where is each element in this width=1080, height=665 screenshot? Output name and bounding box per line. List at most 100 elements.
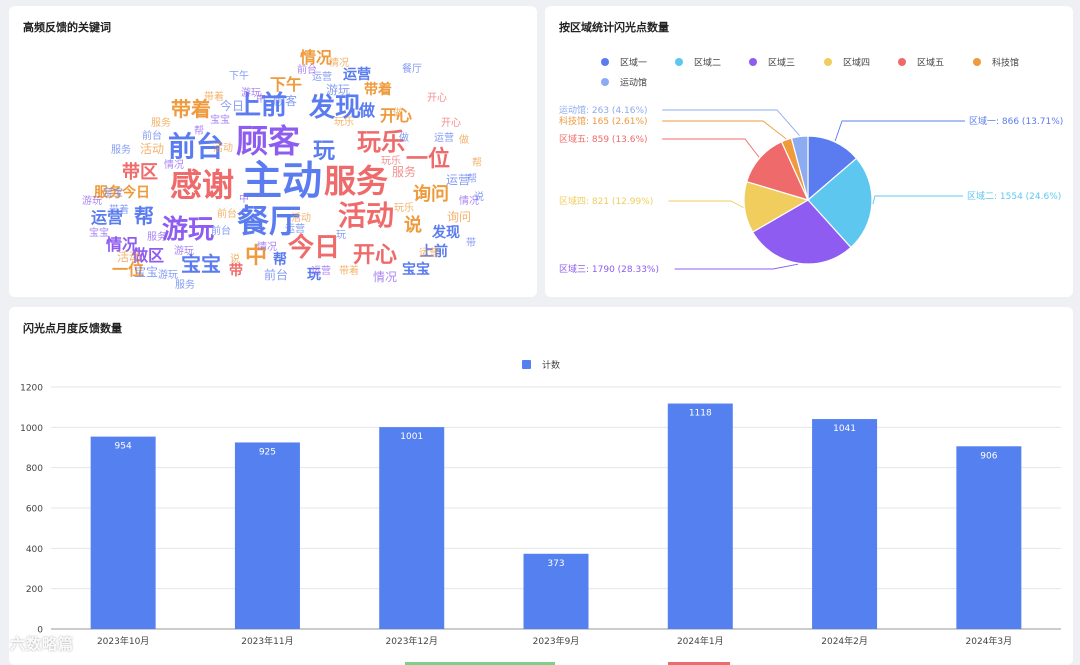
wordcloud-word: 宝宝 — [402, 261, 430, 278]
wordcloud-word: 开心 — [427, 92, 447, 104]
wordcloud-word: 带着 — [109, 203, 129, 216]
bar-value-label: 1001 — [400, 432, 423, 442]
wordcloud-word: 服务 — [147, 230, 167, 243]
bar-value-label: 1118 — [689, 409, 712, 419]
pie-legend-marker[interactable] — [675, 58, 683, 66]
wordcloud-word: 服务 — [324, 162, 388, 200]
bar-value-label: 1041 — [833, 424, 856, 434]
pie-data-label: 运动馆: 263 (4.16%) — [559, 104, 648, 116]
wordcloud-word: 游玩 — [82, 194, 102, 207]
pie-legend-label[interactable]: 区域一 — [620, 57, 647, 69]
pie-legend-label[interactable]: 区域五 — [917, 57, 944, 69]
pie-label-line — [668, 200, 744, 209]
pie-legend-marker[interactable] — [898, 58, 906, 66]
pie-data-label: 区域四: 821 (12.99%) — [559, 195, 653, 207]
wordcloud-word: 帮 — [273, 251, 287, 268]
wordcloud-card: 高频反馈的关键词 主动 服务 感谢 餐厅 顾客 前台 上前 发现 活动 游玩 今日 开心中玩乐 一位 询问… — [9, 6, 537, 297]
wordcloud-word: 开心 — [353, 243, 397, 268]
wordcloud-chart: 主动 服务感谢餐厅顾客前台上前 发现活动游玩今日 开心中玩乐一位询问玩带着带区宝宝帮运… — [82, 48, 484, 291]
bar-y-tick: 400 — [26, 545, 43, 555]
wordcloud-word: 开心 — [380, 106, 412, 125]
bar-x-tick: 2023年9月 — [533, 635, 580, 647]
wordcloud-word: 活动 — [140, 142, 164, 156]
pie-card: 按区域统计闪光点数量 区域一 区域二 区域三 区域四 区域五 科技馆 运动馆 区域一: 866… — [545, 6, 1073, 297]
bar-x-tick: 2023年12月 — [386, 635, 438, 647]
wordcloud-word: 前台 — [217, 207, 237, 220]
wordcloud-word: 做 — [459, 133, 469, 146]
bar-value-label: 906 — [980, 451, 997, 461]
wordcloud-word: 帮 — [472, 157, 482, 169]
pie-legend-marker[interactable] — [824, 58, 832, 66]
wordcloud-word: 玩 — [336, 230, 346, 241]
bar-legend-marker[interactable] — [522, 360, 531, 369]
wordcloud-word: 情况 — [164, 158, 184, 171]
wordcloud-word: 开心 — [441, 117, 461, 129]
wordcloud-word: 带着 — [204, 90, 224, 103]
bar-rect[interactable] — [812, 419, 878, 629]
wordcloud-word: 询问 — [413, 183, 449, 205]
pie-label-line — [674, 263, 799, 270]
bar-x-tick: 2023年11月 — [241, 635, 293, 647]
pie-chart: 区域一 区域二 区域三 区域四 区域五 科技馆运动馆区域一: 866 (13.71%) 区域… — [559, 57, 1063, 276]
wordcloud-word: 服务 — [175, 278, 195, 291]
bar-y-tick: 200 — [26, 585, 43, 595]
wordcloud-word: 主动 — [242, 158, 322, 204]
pie-data-label: 区域五: 859 (13.6%) — [559, 133, 648, 145]
bar-value-label: 373 — [547, 559, 564, 569]
pie-data-label: 区域一: 866 (13.71%) — [969, 115, 1063, 127]
wordcloud-word: 前台 — [142, 129, 162, 142]
bar-y-tick: 800 — [26, 464, 43, 474]
pie-legend-label[interactable]: 区域四 — [843, 57, 870, 69]
wordcloud-word: 运营 — [434, 131, 454, 144]
wordcloud-word: 活动 — [213, 142, 233, 154]
pie-legend-label[interactable]: 运动馆 — [620, 77, 647, 89]
pie-data-label: 科技馆: 165 (2.61%) — [559, 115, 648, 127]
bar-x-tick: 2024年1月 — [677, 635, 724, 647]
watermark-logo: 六数略篇 — [10, 635, 75, 653]
pie-label-line — [662, 138, 760, 158]
pie-label-line — [872, 195, 963, 205]
wordcloud-word: 玩 — [313, 139, 335, 164]
pie-legend-label[interactable]: 科技馆 — [992, 57, 1019, 69]
bar-rect[interactable] — [956, 446, 1022, 629]
wordcloud-word: 下午 — [270, 75, 302, 94]
wordcloud-word: 宝宝 — [89, 226, 109, 239]
wordcloud-word: 带 — [466, 237, 476, 249]
wordcloud-word: 说 — [230, 252, 240, 265]
wordcloud-word: 情况 — [329, 56, 349, 69]
bar-value-label: 954 — [115, 442, 132, 452]
wordcloud-word: 情况 — [373, 270, 397, 284]
wordcloud-word: 活动 — [338, 199, 394, 232]
bar-x-tick: 2024年2月 — [821, 635, 868, 647]
wordcloud-word: 情况 — [257, 240, 277, 253]
wordcloud-word: 游玩 — [174, 244, 194, 257]
wordcloud-word: 游玩 — [162, 215, 214, 245]
bar-rect[interactable] — [234, 442, 300, 629]
bar-legend-label[interactable]: 计数 — [542, 359, 560, 371]
pie-legend-marker[interactable] — [973, 58, 981, 66]
pie-legend-marker[interactable] — [749, 58, 757, 66]
pie-legend-marker[interactable] — [601, 78, 609, 86]
wordcloud-word: 做 — [358, 101, 376, 120]
wordcloud-word: 做 — [399, 131, 409, 144]
wordcloud-word: 发现 — [431, 224, 460, 241]
wordcloud-word: 玩乐 — [394, 202, 414, 214]
pie-legend-label[interactable]: 区域二 — [694, 57, 721, 69]
wordcloud-word: 带着 — [364, 81, 392, 98]
bar-rect[interactable] — [379, 427, 445, 629]
pie-legend-label[interactable]: 区域三 — [768, 57, 795, 69]
bar-y-tick: 1000 — [20, 424, 43, 434]
wordcloud-word: 说 — [474, 190, 484, 203]
wordcloud-word: 帮 — [467, 173, 477, 185]
wordcloud-word: 活动 — [117, 250, 141, 264]
wordcloud-word: 中 — [239, 192, 249, 205]
pie-legend-marker[interactable] — [601, 58, 609, 66]
wordcloud-word: 前台 — [211, 224, 231, 237]
pie-label-line — [662, 120, 787, 140]
pie-label-line — [834, 120, 965, 142]
bar-rect[interactable] — [667, 403, 733, 629]
wordcloud-word: 询问 — [447, 210, 471, 224]
pie-data-label: 区域三: 1790 (28.33%) — [559, 263, 659, 275]
wordcloud-word: 帮 — [194, 125, 204, 137]
bar-rect[interactable] — [90, 436, 156, 629]
